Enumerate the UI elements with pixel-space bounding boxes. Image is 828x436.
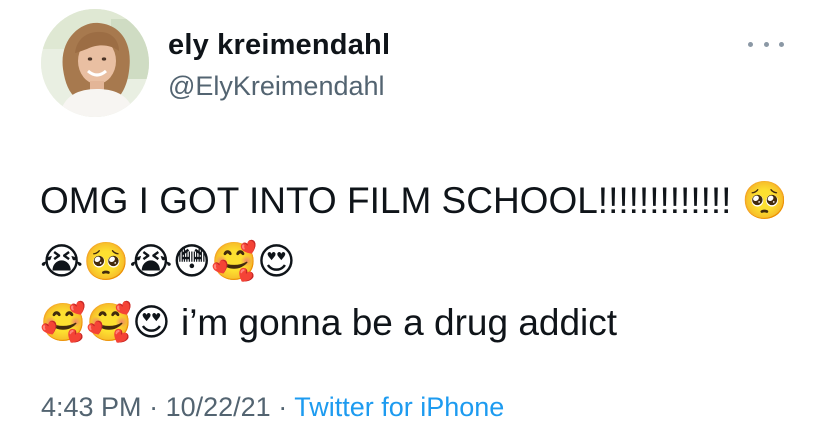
- tweet-card: ely kreimendahl @ElyKreimendahl OMG I GO…: [0, 0, 828, 436]
- more-horizontal-icon: [763, 41, 769, 47]
- user-handle[interactable]: @ElyKreimendahl: [168, 71, 385, 102]
- avatar-photo: [41, 9, 149, 117]
- display-name[interactable]: ely kreimendahl: [168, 29, 390, 62]
- tweet-text: OMG I GOT INTO FILM SCHOOL!!!!!!!!!!!!! …: [40, 180, 788, 343]
- separator: ·: [278, 392, 288, 422]
- tweet-source-link[interactable]: Twitter for iPhone: [294, 392, 504, 422]
- tweet-metadata: 4:43 PM · 10/22/21 · Twitter for iPhone: [41, 392, 504, 423]
- more-horizontal-icon: [779, 41, 784, 47]
- more-horizontal-icon: [748, 41, 753, 47]
- tweet-time[interactable]: 4:43 PM: [41, 392, 142, 422]
- more-options-button[interactable]: [748, 34, 784, 54]
- separator: ·: [149, 392, 159, 422]
- tweet-date[interactable]: 10/22/21: [166, 392, 271, 422]
- avatar[interactable]: [41, 9, 149, 117]
